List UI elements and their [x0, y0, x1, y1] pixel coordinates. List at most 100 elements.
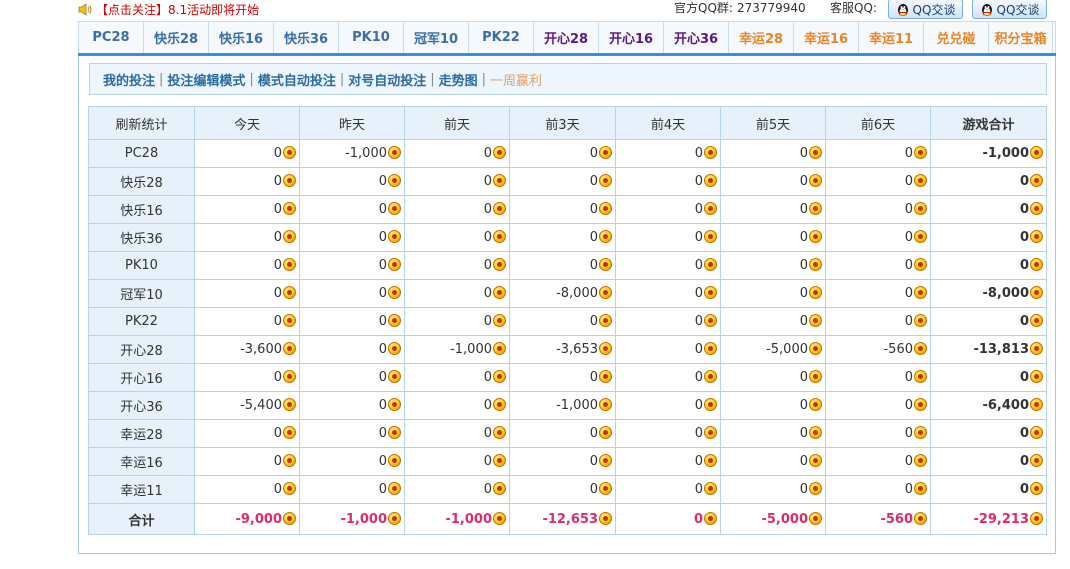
customer-service-label: 客服QQ: — [830, 1, 877, 15]
value-text: 0 — [483, 258, 492, 273]
tab-game[interactable]: 开心16 — [599, 22, 664, 53]
value-text: -3,653 — [556, 342, 598, 357]
coin-icon — [283, 286, 296, 299]
value-text: 0 — [799, 454, 808, 469]
value-text: 0 — [904, 482, 913, 497]
column-header: 前5天 — [720, 106, 826, 140]
subnav-link[interactable]: 一周赢利 — [490, 70, 542, 89]
value-cell: 0 — [825, 307, 931, 336]
coin-icon — [914, 146, 927, 159]
coin-icon — [1030, 482, 1043, 495]
value-text: 0 — [378, 398, 387, 413]
value-text: 0 — [904, 258, 913, 273]
value-cell: 0 — [930, 363, 1047, 392]
value-text: 0 — [799, 174, 808, 189]
value-text: -8,000 — [556, 286, 598, 301]
tab-game[interactable]: 开心36 — [664, 22, 729, 53]
value-cell: 0 — [404, 223, 510, 252]
value-cell: -560 — [825, 335, 931, 364]
value-cell: -6,400 — [930, 391, 1047, 420]
value-text: 0 — [273, 454, 282, 469]
value-cell: 0 — [509, 363, 616, 392]
value-cell: 0 — [299, 307, 405, 336]
table-row: 快乐28 0 0 0 0 0 0 0 0 — [88, 167, 1047, 196]
value-cell: 0 — [825, 223, 931, 252]
coin-icon — [704, 426, 717, 439]
value-cell: 0 — [930, 195, 1047, 224]
coin-icon — [1030, 230, 1043, 243]
refresh-stats-header[interactable]: 刷新统计 — [88, 106, 195, 140]
value-cell: -3,600 — [194, 335, 300, 364]
tab-game[interactable]: PK22 — [469, 22, 534, 53]
coin-icon — [809, 426, 822, 439]
subnav-separator: | — [159, 71, 164, 87]
table-row: 幸运28 0 0 0 0 0 0 0 0 — [88, 419, 1047, 448]
coin-icon — [914, 286, 927, 299]
tab-game[interactable]: 积分宝箱 — [989, 22, 1053, 53]
coin-icon — [809, 454, 822, 467]
game-tabs: PC28 快乐28 快乐16 快乐36 PK10 冠军10 PK22 开心28 开心16 开心36… — [78, 21, 1056, 53]
value-text: 0 — [799, 398, 808, 413]
value-text: 0 — [273, 258, 282, 273]
coin-icon — [1030, 370, 1043, 383]
follow-link[interactable]: 点击关注 — [108, 1, 156, 18]
subnav-link[interactable]: 模式自动投注 — [258, 70, 336, 89]
coin-icon — [283, 202, 296, 215]
coin-icon — [599, 426, 612, 439]
tab-game[interactable]: 快乐36 — [274, 22, 339, 53]
subnav-link[interactable]: 我的投注 — [103, 70, 155, 89]
value-text: 0 — [273, 370, 282, 385]
game-name-cell: 快乐28 — [88, 167, 195, 196]
value-text: 0 — [694, 202, 703, 217]
value-text: -1,000 — [345, 146, 387, 161]
game-name-cell: 幸运11 — [88, 475, 195, 504]
tab-game[interactable]: 开心28 — [534, 22, 599, 53]
tab-game[interactable]: 幸运16 — [794, 22, 859, 53]
coin-icon — [1030, 146, 1043, 159]
subnav-link[interactable]: 投注编辑模式 — [167, 70, 245, 89]
value-cell: -1,000 — [299, 139, 405, 168]
coin-icon — [704, 314, 717, 327]
coin-icon — [704, 286, 717, 299]
coin-icon — [914, 398, 927, 411]
value-cell: 0 — [404, 391, 510, 420]
value-cell: -5,400 — [194, 391, 300, 420]
value-text: -12,653 — [542, 511, 598, 527]
coin-icon — [283, 230, 296, 243]
value-cell: 0 — [509, 223, 616, 252]
tab-game[interactable]: 快乐28 — [144, 22, 209, 53]
subnav-link[interactable]: 走势图 — [439, 70, 478, 89]
coin-icon — [283, 482, 296, 495]
value-text: 0 — [1019, 426, 1029, 441]
value-cell: 0 — [404, 447, 510, 476]
value-cell: 0 — [299, 447, 405, 476]
value-text: 0 — [904, 426, 913, 441]
tab-game[interactable]: PK10 — [339, 22, 404, 53]
qq-chat-button-2[interactable]: QQ交谈 — [972, 0, 1047, 19]
notice-bar[interactable]: 【 点击关注 】 8.1活动即将开始 — [78, 0, 259, 18]
coin-icon — [704, 342, 717, 355]
coin-icon — [493, 314, 506, 327]
value-cell: 0 — [509, 419, 616, 448]
value-text: 0 — [694, 286, 703, 301]
coin-icon — [809, 314, 822, 327]
tab-game[interactable]: 快乐16 — [209, 22, 274, 53]
tab-game[interactable]: 幸运11 — [859, 22, 924, 53]
value-text: 0 — [799, 202, 808, 217]
tab-game[interactable]: 兑兑碰 — [924, 22, 989, 53]
value-text: 0 — [799, 146, 808, 161]
subnav-link[interactable]: 对号自动投注 — [348, 70, 426, 89]
value-cell: 0 — [930, 223, 1047, 252]
table-row: 快乐16 0 0 0 0 0 0 0 0 — [88, 195, 1047, 224]
coin-icon — [493, 174, 506, 187]
qq-group-label: 官方QQ群: — [674, 1, 733, 15]
value-cell: 0 — [509, 167, 616, 196]
value-cell: 0 — [825, 363, 931, 392]
game-name-cell: 冠军10 — [88, 279, 195, 308]
tab-game[interactable]: 冠军10 — [404, 22, 469, 53]
value-text: 0 — [483, 398, 492, 413]
coin-icon — [704, 230, 717, 243]
qq-chat-button-1[interactable]: QQ交谈 — [888, 0, 963, 19]
tab-game[interactable]: PC28 — [79, 22, 144, 53]
tab-game[interactable]: 幸运28 — [729, 22, 794, 53]
